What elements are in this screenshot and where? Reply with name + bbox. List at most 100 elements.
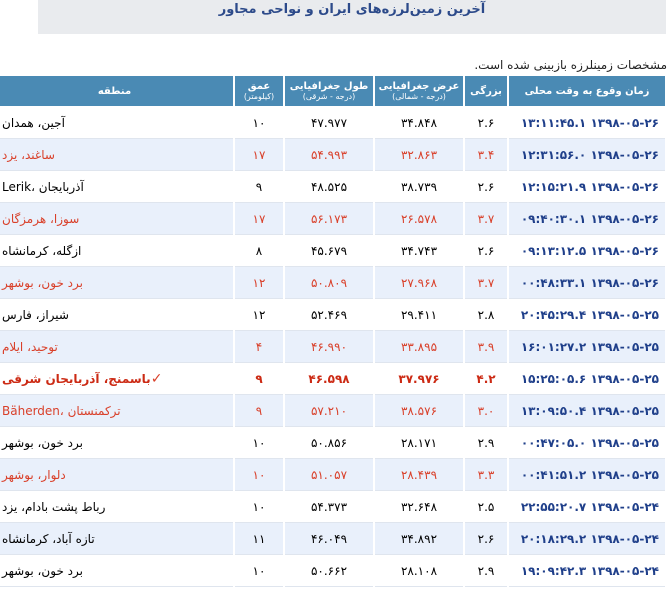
cell-time[interactable]: ۱۳۹۸-۰۵-۲۶ ۱۳:۱۱:۴۵.۱ (509, 107, 665, 139)
cell-longitude: ۵۰.۸۰۹ (285, 267, 373, 299)
cell-region: تازه آباد، کرمانشاه (0, 523, 233, 555)
cell-depth: ۸ (235, 235, 283, 267)
cell-time[interactable]: ۱۳۹۸-۰۵-۲۶ ۰۹:۱۳:۱۲.۵ (509, 235, 665, 267)
table-row[interactable]: ۱۳۹۸-۰۵-۲۶ ۰۹:۱۳:۱۲.۵ ۲.۶ ۳۴.۷۴۳ ۴۵.۶۷۹ ۸ ازگ… (0, 235, 665, 267)
cell-latitude: ۳۸.۵۷۶ (375, 395, 463, 427)
cell-magnitude: ۲.۶ (465, 171, 507, 203)
cell-longitude: ۵۰.۶۶۲ (285, 555, 373, 587)
header-latitude[interactable]: عرض جغرافیایی (درجه - شمالی) (375, 76, 463, 107)
region-name: برد خون، بوشهر (2, 435, 83, 450)
region-name: ساغند، یزد (2, 147, 55, 162)
table-header-row: زمان وقوع به وقت محلی بزرگی عرض جغرافیای… (0, 76, 665, 107)
table-row[interactable]: ۱۳۹۸-۰۵-۲۵ ۱۳:۰۹:۵۰.۴ ۳.۰ ۳۸.۵۷۶ ۵۷.۲۱۰ ۹ Bäh… (0, 395, 665, 427)
region-name: برد خون، بوشهر (2, 275, 83, 290)
cell-magnitude: ۲.۶ (465, 235, 507, 267)
cell-latitude: ۲۸.۱۰۸ (375, 555, 463, 587)
table-row[interactable]: ۱۳۹۸-۰۵-۲۶ ۱۲:۳۱:۵۶.۰ ۳.۴ ۳۲.۸۶۳ ۵۴.۹۹۳ ۱۷ سا… (0, 139, 665, 171)
table-row[interactable]: ۱۳۹۸-۰۵-۲۵ ۰۰:۴۷:۰۵.۰ ۲.۹ ۲۸.۱۷۱ ۵۰.۸۵۶ ۱۰ بر… (0, 427, 665, 459)
cell-latitude: ۳۲.۶۴۸ (375, 491, 463, 523)
cell-magnitude: ۳.۷ (465, 267, 507, 299)
table-row[interactable]: ۱۳۹۸-۰۵-۲۶ ۱۳:۱۱:۴۵.۱ ۲.۶ ۳۴.۸۴۸ ۴۷.۹۷۷ ۱۰ آج… (0, 107, 665, 139)
cell-latitude: ۳۲.۸۶۳ (375, 139, 463, 171)
cell-region: برد خون، بوشهر (0, 427, 233, 459)
cell-region: Lerik، آذربایجان (0, 171, 233, 203)
table-row[interactable]: ۱۳۹۸-۰۵-۲۵ ۱۵:۲۵:۰۵.۶ ۴.۲ ۳۷.۹۷۶ ۴۶.۵۹۸ ۹ ✓با… (0, 363, 665, 395)
cell-time[interactable]: ۱۳۹۸-۰۵-۲۵ ۰۰:۴۱:۵۱.۲ (509, 459, 665, 491)
cell-time[interactable]: ۱۳۹۸-۰۵-۲۵ ۰۰:۴۷:۰۵.۰ (509, 427, 665, 459)
cell-region: Bäherden، ترکمنستان (0, 395, 233, 427)
cell-latitude: ۲۶.۵۷۸ (375, 203, 463, 235)
cell-depth: ۱۰ (235, 555, 283, 587)
cell-longitude: ۴۶.۵۹۸ (285, 363, 373, 395)
cell-time[interactable]: ۱۳۹۸-۰۵-۲۶ ۰۰:۴۸:۳۳.۱ (509, 267, 665, 299)
region-name: شیراز، فارس (2, 307, 69, 322)
cell-region: برد خون، بوشهر (0, 267, 233, 299)
check-mark-icon: ✓ (150, 370, 163, 387)
cell-region: ساغند، یزد (0, 139, 233, 171)
table-row[interactable]: ۱۳۹۸-۰۵-۲۶ ۰۰:۴۸:۳۳.۱ ۳.۷ ۲۷.۹۶۸ ۵۰.۸۰۹ ۱۲ بر… (0, 267, 665, 299)
cell-depth: ۹ (235, 363, 283, 395)
review-note: مشخصات زمینلرزه بازبینی شده است. (474, 58, 667, 72)
cell-depth: ۱۷ (235, 139, 283, 171)
cell-magnitude: ۳.۳ (465, 459, 507, 491)
cell-magnitude: ۳.۹ (465, 331, 507, 363)
header-time[interactable]: زمان وقوع به وقت محلی (509, 76, 665, 107)
cell-time[interactable]: ۱۳۹۸-۰۵-۲۶ ۱۲:۱۵:۲۱.۹ (509, 171, 665, 203)
cell-depth: ۴ (235, 331, 283, 363)
cell-longitude: ۴۶.۹۹۰ (285, 331, 373, 363)
table-row[interactable]: ۱۳۹۸-۰۵-۲۶ ۰۹:۴۰:۳۰.۱ ۳.۷ ۲۶.۵۷۸ ۵۶.۱۷۳ ۱۷ سو… (0, 203, 665, 235)
cell-magnitude: ۲.۸ (465, 299, 507, 331)
header-depth[interactable]: عمق (کیلومتر) (235, 76, 283, 107)
table-row[interactable]: ۱۳۹۸-۰۵-۲۵ ۰۰:۴۱:۵۱.۲ ۳.۳ ۲۸.۴۳۹ ۵۱.۰۵۷ ۱۰ دل… (0, 459, 665, 491)
cell-time[interactable]: ۱۳۹۸-۰۵-۲۵ ۱۵:۲۵:۰۵.۶ (509, 363, 665, 395)
cell-magnitude: ۲.۶ (465, 523, 507, 555)
cell-time[interactable]: ۱۳۹۸-۰۵-۲۴ ۱۹:۰۹:۴۲.۳ (509, 555, 665, 587)
cell-latitude: ۳۴.۸۹۲ (375, 523, 463, 555)
cell-region: برد خون، بوشهر (0, 555, 233, 587)
table-row[interactable]: ۱۳۹۸-۰۵-۲۴ ۲۲:۵۵:۲۰.۷ ۲.۵ ۳۲.۶۴۸ ۵۴.۳۷۳ ۱۰ رب… (0, 491, 665, 523)
cell-depth: ۱۰ (235, 427, 283, 459)
cell-magnitude: ۳.۰ (465, 395, 507, 427)
table-row[interactable]: ۱۳۹۸-۰۵-۲۵ ۲۰:۴۵:۲۹.۴ ۲.۸ ۲۹.۴۱۱ ۵۲.۴۶۹ ۱۲ شی… (0, 299, 665, 331)
cell-depth: ۱۰ (235, 107, 283, 139)
region-name: سوزا، هرمزگان (2, 211, 80, 226)
cell-region: ✓باسمنج، آذربایجان شرقی (0, 363, 233, 395)
cell-region: آجین، همدان (0, 107, 233, 139)
cell-time[interactable]: ۱۳۹۸-۰۵-۲۵ ۱۳:۰۹:۵۰.۴ (509, 395, 665, 427)
cell-time[interactable]: ۱۳۹۸-۰۵-۲۴ ۲۲:۵۵:۲۰.۷ (509, 491, 665, 523)
cell-time[interactable]: ۱۳۹۸-۰۵-۲۵ ۲۰:۴۵:۲۹.۴ (509, 299, 665, 331)
cell-longitude: ۵۶.۱۷۳ (285, 203, 373, 235)
cell-time[interactable]: ۱۳۹۸-۰۵-۲۴ ۲۰:۱۸:۲۹.۲ (509, 523, 665, 555)
region-name: ازگله، کرمانشاه (2, 243, 82, 258)
cell-latitude: ۳۷.۹۷۶ (375, 363, 463, 395)
table-row[interactable]: ۱۳۹۸-۰۵-۲۴ ۱۹:۰۹:۴۲.۳ ۲.۹ ۲۸.۱۰۸ ۵۰.۶۶۲ ۱۰ بر… (0, 555, 665, 587)
cell-longitude: ۵۴.۳۷۳ (285, 491, 373, 523)
cell-magnitude: ۲.۶ (465, 107, 507, 139)
region-name: آجین، همدان (2, 115, 65, 130)
cell-magnitude: ۴.۲ (465, 363, 507, 395)
table-row[interactable]: ۱۳۹۸-۰۵-۲۶ ۱۲:۱۵:۲۱.۹ ۲.۶ ۳۸.۷۳۹ ۴۸.۵۲۵ ۹ Ler… (0, 171, 665, 203)
cell-region: شیراز، فارس (0, 299, 233, 331)
region-name: توحید، ایلام (2, 339, 58, 354)
cell-time[interactable]: ۱۳۹۸-۰۵-۲۶ ۰۹:۴۰:۳۰.۱ (509, 203, 665, 235)
cell-longitude: ۵۴.۹۹۳ (285, 139, 373, 171)
header-magnitude[interactable]: بزرگی (465, 76, 507, 107)
region-name: تازه آباد، کرمانشاه (2, 531, 95, 546)
cell-region: توحید، ایلام (0, 331, 233, 363)
cell-magnitude: ۲.۹ (465, 427, 507, 459)
cell-time[interactable]: ۱۳۹۸-۰۵-۲۶ ۱۲:۳۱:۵۶.۰ (509, 139, 665, 171)
cell-time[interactable]: ۱۳۹۸-۰۵-۲۵ ۱۶:۰۱:۲۷.۲ (509, 331, 665, 363)
region-name: باسمنج، آذربایجان شرقی (2, 371, 151, 386)
cell-longitude: ۴۶.۰۴۹ (285, 523, 373, 555)
region-name: رباط پشت بادام، یزد (2, 499, 106, 514)
region-name: Lerik، آذربایجان (2, 179, 84, 194)
region-name: Bäherden، ترکمنستان (2, 403, 121, 418)
header-longitude[interactable]: طول جغرافیایی (درجه - شرقی) (285, 76, 373, 107)
cell-depth: ۱۷ (235, 203, 283, 235)
table-row[interactable]: ۱۳۹۸-۰۵-۲۴ ۲۰:۱۸:۲۹.۲ ۲.۶ ۳۴.۸۹۲ ۴۶.۰۴۹ ۱۱ تا… (0, 523, 665, 555)
cell-longitude: ۵۷.۲۱۰ (285, 395, 373, 427)
page-title-box: آخرین زمین‌لرزه‌های ایران و نواحی مجاور (38, 0, 666, 34)
table-row[interactable]: ۱۳۹۸-۰۵-۲۵ ۱۶:۰۱:۲۷.۲ ۳.۹ ۳۳.۸۹۵ ۴۶.۹۹۰ ۴ توح… (0, 331, 665, 363)
cell-latitude: ۳۸.۷۳۹ (375, 171, 463, 203)
header-region[interactable]: منطقه (0, 76, 233, 107)
